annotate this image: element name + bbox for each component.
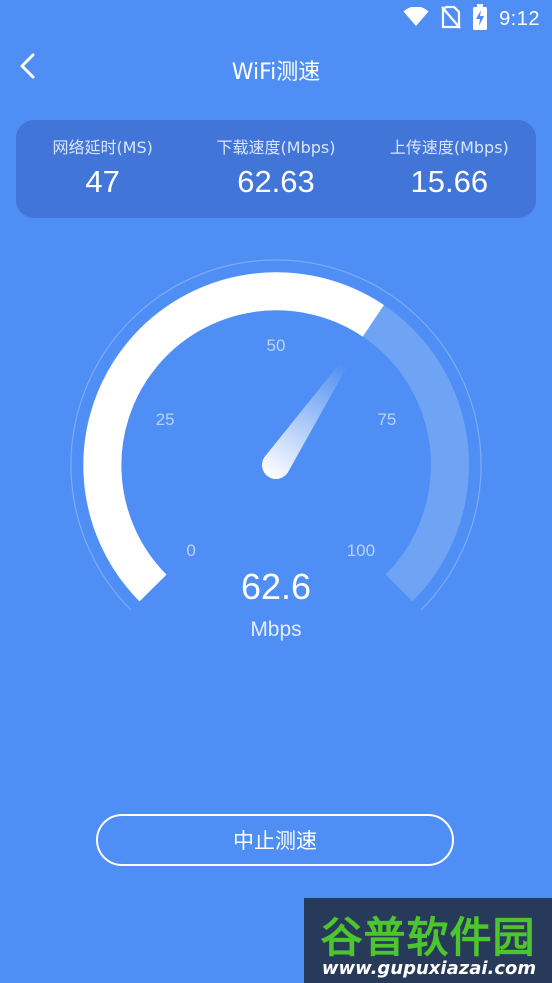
gauge-needle xyxy=(262,361,348,479)
stat-upload: 上传速度(Mbps) 15.66 xyxy=(363,120,536,218)
gauge-fill xyxy=(83,272,384,602)
stat-label: 上传速度(Mbps) xyxy=(389,138,509,157)
gauge-tick-label: 50 xyxy=(267,336,286,355)
status-icons: 9:12 xyxy=(403,4,540,34)
watermark-title: 谷普软件园 xyxy=(320,913,536,962)
status-bar: 9:12 xyxy=(0,0,552,38)
gauge-tick-label: 0 xyxy=(186,541,195,560)
no-sim-icon xyxy=(441,5,461,33)
status-time: 9:12 xyxy=(499,7,540,30)
page-title: WiFi测速 xyxy=(231,60,321,85)
watermark-url: www.gupuxiazai.com xyxy=(321,958,537,979)
battery-charging-icon xyxy=(473,4,488,34)
watermark: 谷普软件园 www.gupuxiazai.com xyxy=(304,898,552,983)
gauge-value: 62.6 xyxy=(240,566,312,607)
gauge-tick-label: 100 xyxy=(347,541,375,560)
gauge-tick-label: 25 xyxy=(156,410,175,429)
stat-label: 网络延时(MS) xyxy=(52,138,153,157)
stat-label: 下载速度(Mbps) xyxy=(216,138,336,157)
gauge-tick-label: 75 xyxy=(377,410,396,429)
app-bar: WiFi测速 xyxy=(0,38,552,100)
stat-latency: 网络延时(MS) 47 xyxy=(16,120,189,218)
speed-gauge: 0 25 50 75 100 62.6 Mbps xyxy=(0,240,552,670)
stats-card: 网络延时(MS) 47 下载速度(Mbps) 62.63 上传速度(Mbps) … xyxy=(16,120,536,218)
gauge-unit: Mbps xyxy=(250,618,302,641)
stat-download: 下载速度(Mbps) 62.63 xyxy=(189,120,362,218)
stat-value: 47 xyxy=(85,164,120,199)
wifi-icon xyxy=(403,6,429,31)
stat-value: 15.66 xyxy=(410,164,489,199)
stat-value: 62.63 xyxy=(237,164,315,199)
stop-test-button[interactable]: 中止测速 xyxy=(96,814,454,866)
